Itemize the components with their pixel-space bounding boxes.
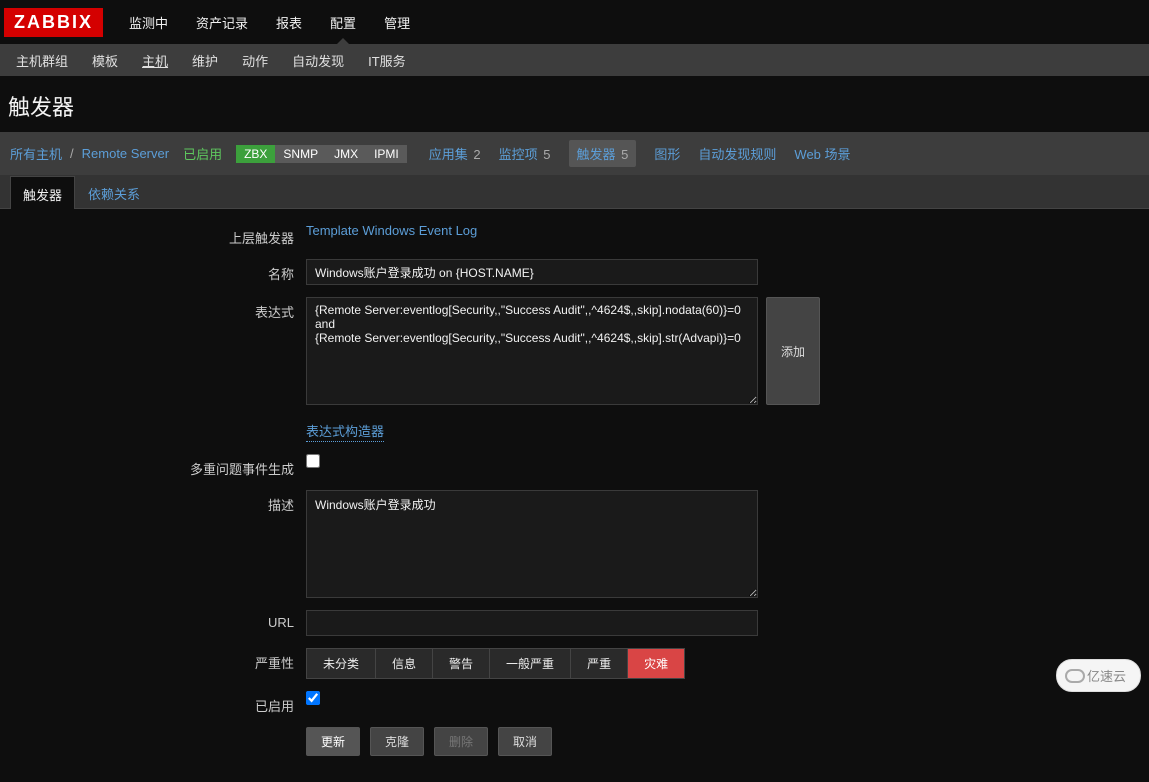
link-graphs[interactable]: 图形 — [654, 144, 680, 163]
nav-administration[interactable]: 管理 — [370, 1, 424, 44]
nav-monitoring[interactable]: 监测中 — [115, 1, 182, 44]
applications-count: 2 — [473, 147, 480, 162]
severity-group: 未分类 信息 警告 一般严重 严重 灾难 — [306, 648, 685, 679]
clone-button[interactable]: 克隆 — [370, 727, 424, 756]
severity-average[interactable]: 一般严重 — [490, 649, 571, 678]
iface-ipmi-badge: IPMI — [366, 145, 407, 163]
iface-jmx-badge: JMX — [326, 145, 366, 163]
enabled-checkbox[interactable] — [306, 691, 320, 705]
link-triggers-pill[interactable]: 触发器 5 — [569, 140, 637, 167]
expression-constructor-link[interactable]: 表达式构造器 — [306, 421, 384, 442]
cancel-button[interactable]: 取消 — [498, 727, 552, 756]
trigger-form: 上层触发器 Template Windows Event Log 名称 表达式 … — [0, 209, 1149, 782]
label-name: 名称 — [10, 259, 306, 283]
severity-high[interactable]: 严重 — [571, 649, 628, 678]
label-url: URL — [10, 610, 306, 630]
iface-zbx-badge: ZBX — [236, 145, 275, 163]
page-title: 触发器 — [0, 76, 1149, 132]
delete-button[interactable]: 删除 — [434, 727, 488, 756]
description-textarea[interactable]: Windows账户登录成功 — [306, 490, 758, 598]
label-enabled: 已启用 — [10, 691, 306, 715]
subnav-hosts[interactable]: 主机 — [130, 43, 180, 78]
link-items[interactable]: 监控项 — [499, 147, 538, 162]
link-discovery-rules[interactable]: 自动发现规则 — [698, 144, 776, 163]
interface-badges: ZBXSNMPJMXIPMI — [236, 145, 407, 163]
nav-inventory[interactable]: 资产记录 — [182, 1, 262, 44]
top-nav: ZABBIX 监测中 资产记录 报表 配置 管理 — [0, 0, 1149, 44]
host-status: 已启用 — [183, 144, 222, 163]
label-multiple-events: 多重问题事件生成 — [10, 454, 306, 478]
items-count: 5 — [543, 147, 550, 162]
subnav-discovery[interactable]: 自动发现 — [280, 43, 356, 78]
tab-trigger[interactable]: 触发器 — [10, 176, 75, 209]
update-button[interactable]: 更新 — [306, 727, 360, 756]
nav-configuration[interactable]: 配置 — [316, 1, 370, 44]
host-bar: 所有主机 / Remote Server 已启用 ZBXSNMPJMXIPMI … — [0, 132, 1149, 175]
subnav-actions[interactable]: 动作 — [230, 43, 280, 78]
breadcrumb-host[interactable]: Remote Server — [82, 146, 169, 161]
sub-nav: 主机群组 模板 主机 维护 动作 自动发现 IT服务 — [0, 44, 1149, 76]
breadcrumb-separator: / — [70, 146, 74, 161]
parent-trigger-link[interactable]: Template Windows Event Log — [306, 223, 477, 238]
link-triggers[interactable]: 触发器 — [577, 147, 616, 162]
label-parent-triggers: 上层触发器 — [10, 223, 306, 247]
subnav-templates[interactable]: 模板 — [80, 43, 130, 78]
subnav-hostgroups[interactable]: 主机群组 — [4, 43, 80, 78]
link-applications[interactable]: 应用集 — [429, 147, 468, 162]
url-input[interactable] — [306, 610, 758, 636]
name-input[interactable] — [306, 259, 758, 285]
severity-not-classified[interactable]: 未分类 — [307, 649, 376, 678]
nav-reports[interactable]: 报表 — [262, 1, 316, 44]
watermark: 亿速云 — [1056, 659, 1141, 692]
triggers-count: 5 — [621, 147, 628, 162]
label-description: 描述 — [10, 490, 306, 514]
multiple-events-checkbox[interactable] — [306, 454, 320, 468]
iface-snmp-badge: SNMP — [275, 145, 326, 163]
severity-warning[interactable]: 警告 — [433, 649, 490, 678]
severity-disaster[interactable]: 灾难 — [628, 649, 684, 678]
link-web[interactable]: Web 场景 — [794, 144, 850, 163]
subnav-itservices[interactable]: IT服务 — [356, 43, 418, 78]
severity-information[interactable]: 信息 — [376, 649, 433, 678]
label-severity: 严重性 — [10, 648, 306, 672]
breadcrumb-all-hosts[interactable]: 所有主机 — [10, 144, 62, 163]
expression-textarea[interactable]: {Remote Server:eventlog[Security,,"Succe… — [306, 297, 758, 405]
logo: ZABBIX — [4, 8, 103, 37]
form-tabs: 触发器 依赖关系 — [0, 175, 1149, 209]
subnav-maintenance[interactable]: 维护 — [180, 43, 230, 78]
add-button[interactable]: 添加 — [766, 297, 820, 405]
label-expression: 表达式 — [10, 297, 306, 321]
tab-dependencies[interactable]: 依赖关系 — [75, 175, 153, 208]
